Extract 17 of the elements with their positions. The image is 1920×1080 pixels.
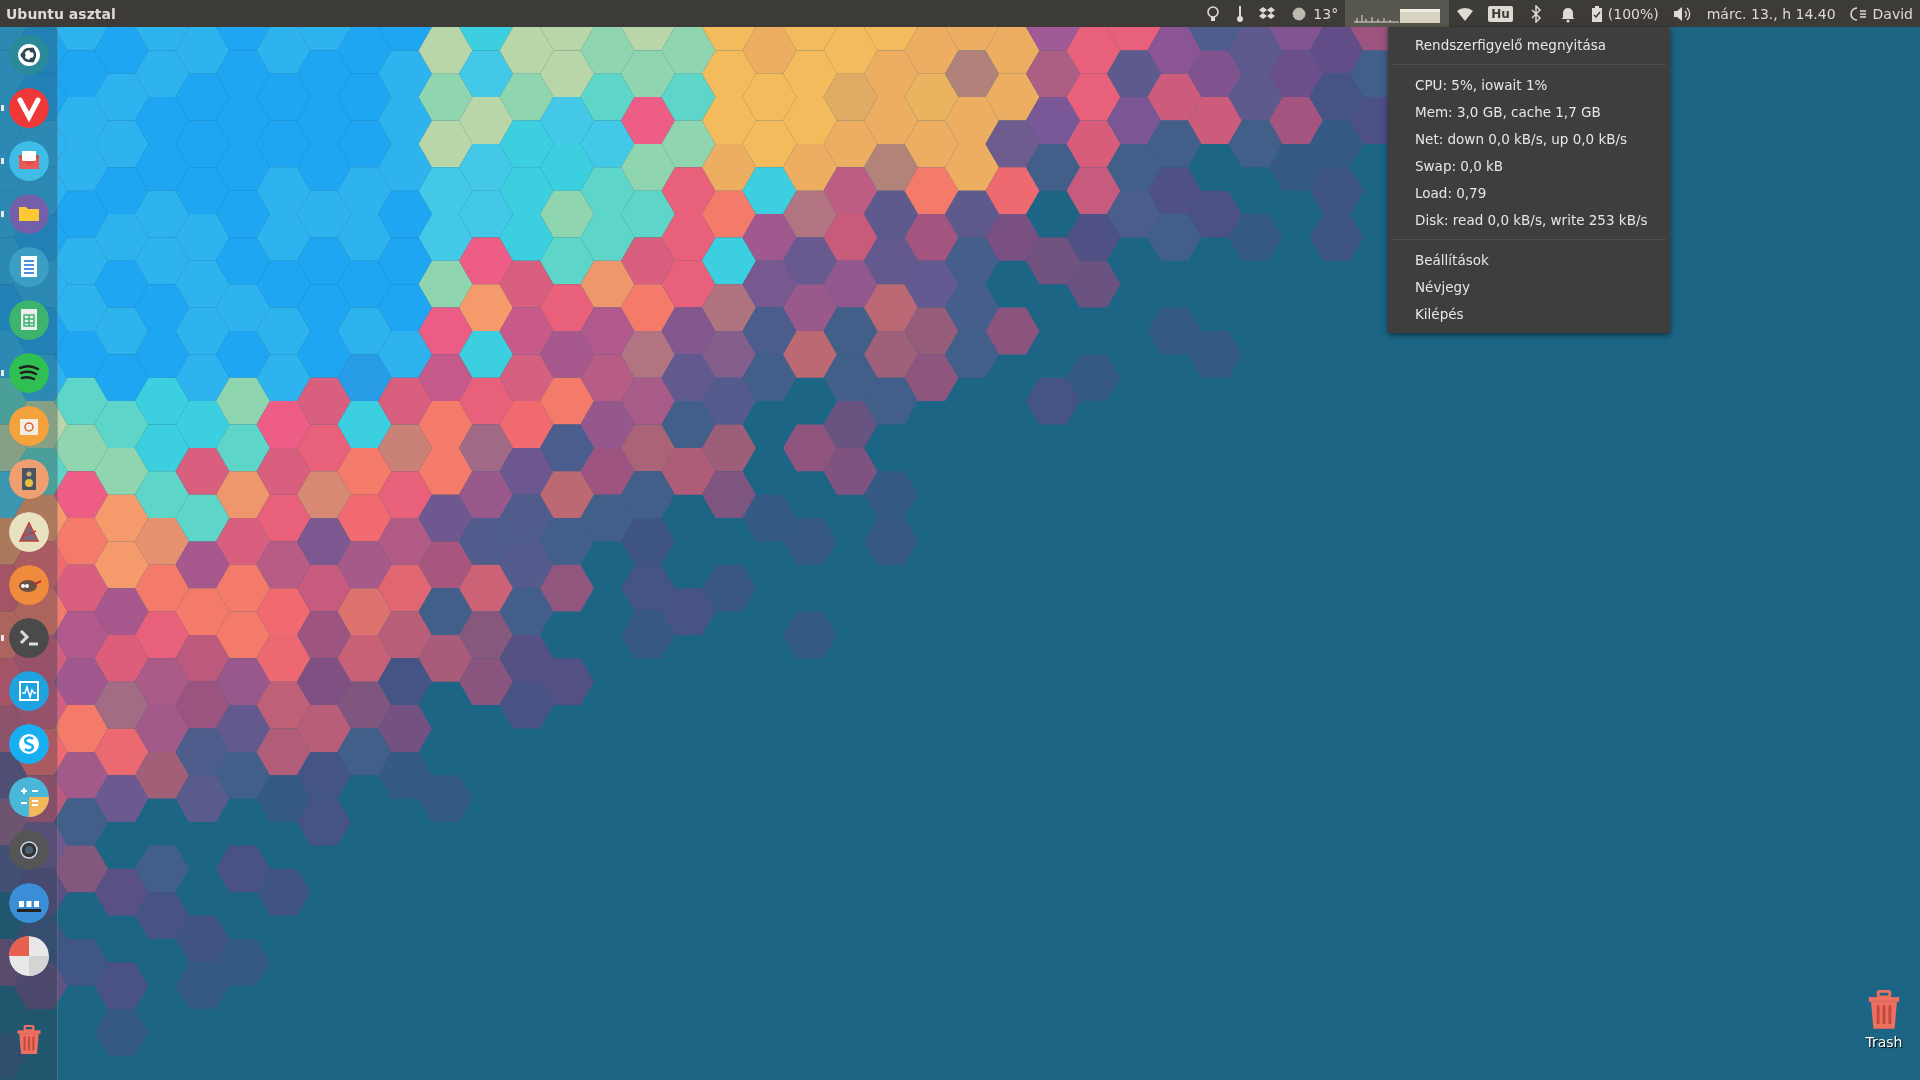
desktop-icon-label[interactable]: Trash [1865,1034,1903,1050]
keyboard-layout-indicator[interactable]: Hu [1488,5,1513,22]
battery-percentage: (100%) [1607,5,1659,22]
clock-text: márc. 13., h 14.40 [1706,5,1836,22]
window-title: Ubuntu asztal [5,5,117,22]
menu-item[interactable]: Disk: read 0,0 kB/s, write 253 kB/s [1388,206,1670,233]
menu-item[interactable]: Beállítások [1388,246,1670,273]
menu-item[interactable]: Net: down 0,0 kB/s, up 0,0 kB/s [1388,125,1670,152]
menu-item[interactable]: Névjegy [1388,273,1670,300]
menu-item[interactable]: Mem: 3,0 GB, cache 1,7 GB [1388,98,1670,125]
menu-item[interactable]: Load: 0,79 [1388,179,1670,206]
menu-item[interactable]: Swap: 0,0 kB [1388,152,1670,179]
temperature-text: 13° [1313,5,1339,22]
menu-item[interactable]: CPU: 5%, iowait 1% [1388,71,1670,98]
user-name: David [1872,5,1913,22]
menu-item[interactable]: Kilépés [1388,300,1670,327]
menu-item[interactable]: Rendszerfigyelő megnyitása [1388,31,1670,58]
